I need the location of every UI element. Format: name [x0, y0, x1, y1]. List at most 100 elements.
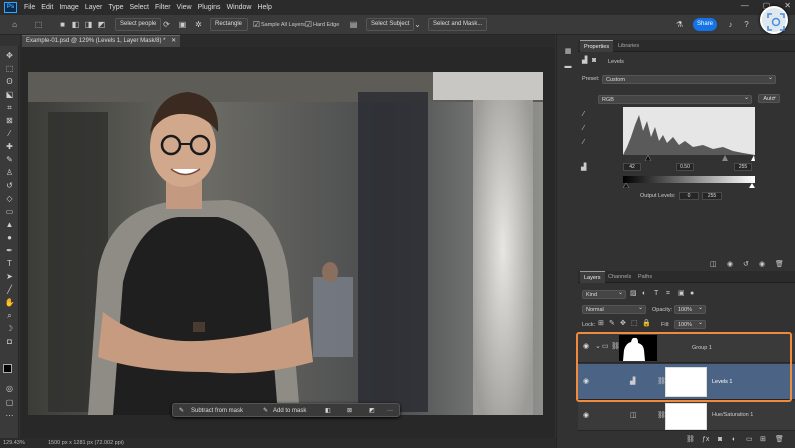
mask-properties-icon[interactable]: ⊠ — [347, 406, 352, 416]
screen-mode-icon[interactable]: ▢ — [3, 397, 16, 408]
add-to-mask-button[interactable]: Add to mask — [273, 406, 306, 416]
eyedropper-icon[interactable]: ⁄ — [3, 128, 16, 139]
quick-mask-icon[interactable]: ◎ — [3, 383, 16, 394]
subtract-selection-icon[interactable]: ◨ — [83, 19, 94, 30]
brush-tool-icon[interactable]: ✎ — [3, 154, 16, 165]
menu-image[interactable]: Image — [56, 4, 81, 11]
mode-dropdown[interactable]: Rectangle — [210, 18, 248, 31]
opacity-field[interactable]: 100% — [674, 304, 706, 314]
menu-file[interactable]: File — [21, 4, 38, 11]
lock-artboard-icon[interactable]: ⬚ — [631, 319, 638, 328]
add-selection-icon[interactable]: ◧ — [70, 19, 81, 30]
hand-tool-icon[interactable]: ✋ — [3, 297, 16, 308]
gear-icon[interactable]: ✲ — [193, 19, 204, 30]
clipping-warning-icon[interactable]: ▟ — [581, 163, 586, 172]
clone-stamp-icon[interactable]: ♙ — [3, 167, 16, 178]
apply-mask-icon[interactable]: ◩ — [369, 406, 375, 416]
filter-type-icon[interactable]: T — [654, 289, 658, 298]
auto-button[interactable]: Auto — [758, 93, 780, 103]
select-subject-button[interactable]: Select Subject — [366, 18, 415, 31]
layer-mask-thumbnail[interactable] — [665, 403, 707, 430]
new-selection-icon[interactable]: ■ — [57, 19, 68, 30]
menu-layer[interactable]: Layer — [82, 4, 106, 11]
fill-field[interactable]: 100% — [674, 319, 706, 329]
invert-mask-icon[interactable]: ◧ — [325, 406, 331, 416]
menu-window[interactable]: Window — [224, 4, 255, 11]
foreground-color-swatch[interactable] — [3, 364, 12, 373]
visibility-icon[interactable]: ◉ — [759, 260, 765, 269]
reset-icon[interactable]: ↺ — [743, 260, 749, 269]
blur-tool-icon[interactable]: ▲ — [3, 219, 16, 230]
document-tab[interactable]: Example-01.psd @ 129% (Levels 1, Layer M… — [22, 35, 181, 47]
gradient-tool-icon[interactable]: ▭ — [3, 206, 16, 217]
eye-icon[interactable]: ◉ — [583, 411, 589, 419]
layer-name[interactable]: Hue/Saturation 1 — [712, 412, 753, 418]
group-mask-thumbnail[interactable] — [619, 335, 657, 361]
tab-layers[interactable]: Layers — [580, 271, 605, 283]
document-size[interactable]: 1500 px x 1281 px (72.002 ppi) — [48, 438, 124, 448]
new-group-icon[interactable]: ▭ — [746, 435, 753, 444]
white-point-eyedropper-icon[interactable]: ⁄ — [583, 138, 584, 147]
history-brush-icon[interactable]: ↺ — [3, 180, 16, 191]
filter-adjustment-icon[interactable]: ◐ — [642, 289, 646, 298]
add-mask-icon[interactable]: ◙ — [718, 435, 722, 444]
zoom-level[interactable]: 129.43% — [3, 438, 25, 448]
help-icon[interactable]: ? — [741, 19, 752, 30]
layer-name[interactable]: Group 1 — [692, 345, 712, 351]
dodge-tool-icon[interactable]: ● — [3, 232, 16, 243]
chevron-down-icon[interactable]: ⌄ — [595, 342, 601, 351]
default-colors-icon[interactable]: ◘ — [3, 336, 16, 347]
select-and-mask-button[interactable]: Select and Mask... — [428, 18, 488, 31]
layer-mask-thumbnail[interactable] — [665, 367, 707, 397]
flask-icon[interactable]: ⚗ — [674, 19, 685, 30]
tab-paths[interactable]: Paths — [634, 271, 656, 283]
edit-toolbar-icon[interactable]: ⋯ — [3, 410, 16, 421]
crop-tool-icon[interactable]: ⌗ — [3, 102, 16, 113]
menu-type[interactable]: Type — [105, 4, 126, 11]
comments-icon[interactable]: ▬ — [563, 62, 573, 71]
banana-icon[interactable]: ☽ — [3, 323, 16, 334]
select-people-dropdown[interactable]: Select people — [115, 18, 162, 31]
menu-edit[interactable]: Edit — [38, 4, 56, 11]
layer-row[interactable]: ◉ ◫ ⛓ Hue/Saturation 1 — [578, 401, 795, 431]
output-white-field[interactable]: 255 — [702, 192, 722, 200]
share-button[interactable]: Share — [693, 18, 717, 31]
menu-help[interactable]: Help — [254, 4, 274, 11]
blend-mode-dropdown[interactable]: Normal — [582, 304, 646, 314]
tab-channels[interactable]: Channels — [604, 271, 635, 283]
menu-select[interactable]: Select — [127, 4, 152, 11]
object-selection-tool-icon[interactable]: ⬚ — [33, 19, 44, 30]
tab-libraries[interactable]: Libraries — [614, 40, 643, 52]
photo-canvas[interactable] — [28, 72, 543, 415]
search-avatar-button[interactable] — [760, 6, 788, 34]
move-tool-icon[interactable]: ✥ — [3, 50, 16, 61]
lock-position-icon[interactable]: ✥ — [620, 319, 626, 328]
eye-icon[interactable]: ◉ — [583, 377, 589, 385]
gray-point-eyedropper-icon[interactable]: ⁄ — [583, 124, 584, 133]
close-tab-icon[interactable]: ✕ — [171, 38, 176, 44]
trash-icon[interactable]: 🗑 — [775, 260, 784, 269]
frame-tool-icon[interactable]: ⊠ — [3, 115, 16, 126]
filter-pixel-icon[interactable]: ▨ — [630, 289, 637, 298]
chevron-down-icon[interactable]: ⌄ — [412, 19, 423, 30]
lasso-tool-icon[interactable]: ʘ — [3, 76, 16, 87]
filter-kind-dropdown[interactable]: Kind — [582, 289, 626, 299]
filter-shape-icon[interactable]: ⌗ — [666, 289, 670, 298]
lock-transparent-icon[interactable]: ⊞ — [598, 319, 604, 328]
eye-icon[interactable]: ◉ — [583, 342, 589, 350]
type-tool-icon[interactable]: T — [3, 258, 16, 269]
output-levels-slider[interactable] — [622, 182, 755, 189]
new-layer-icon[interactable]: ⊞ — [760, 435, 766, 444]
layer-name[interactable]: Levels 1 — [712, 379, 733, 385]
input-gamma-field[interactable]: 0.50 — [676, 163, 694, 171]
home-icon[interactable]: ⌂ — [9, 19, 20, 30]
marquee-tool-icon[interactable]: ⬚ — [3, 63, 16, 74]
input-white-field[interactable]: 255 — [734, 163, 752, 171]
layer-row[interactable]: ◉ ⌄ ▭ ⛓ Group 1 — [578, 333, 795, 363]
more-options-button[interactable]: ··· — [387, 406, 393, 416]
layer-row[interactable]: ◉ ▟ ⛓ Levels 1 — [578, 364, 795, 400]
fx-icon[interactable]: ƒx — [702, 435, 709, 444]
object-selection-icon[interactable]: ⬕ — [3, 89, 16, 100]
line-tool-icon[interactable]: ╱ — [3, 284, 16, 295]
filter-toggle-icon[interactable]: ● — [690, 289, 694, 298]
